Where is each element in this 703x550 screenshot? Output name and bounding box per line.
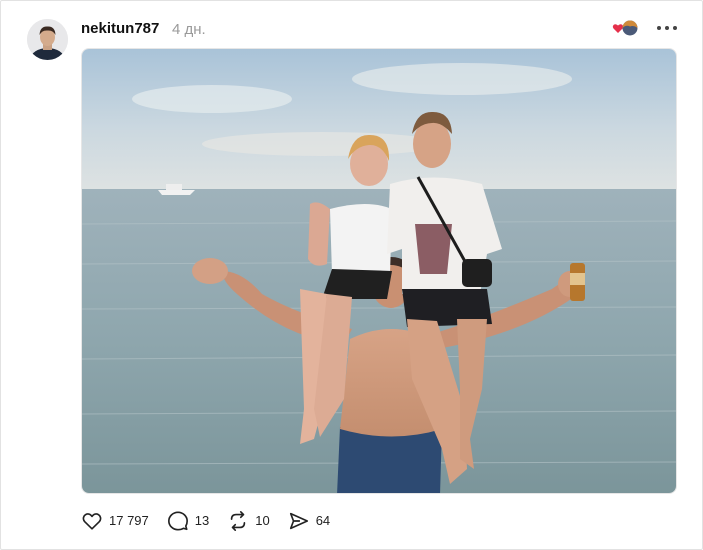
- repost-icon: [230, 511, 246, 531]
- share-button[interactable]: 64: [288, 509, 330, 533]
- post-card: nekitun787 4 дн. 17 797 13 10 64: [0, 0, 703, 550]
- author-username[interactable]: nekitun787: [81, 19, 159, 39]
- post-actions: 17 797 13 10 64: [81, 509, 348, 533]
- like-count: 17 797: [109, 513, 149, 528]
- post-timestamp: 4 дн.: [172, 21, 206, 38]
- post-photo[interactable]: [81, 48, 677, 494]
- repost-count: 10: [255, 513, 270, 528]
- more-options-icon[interactable]: [655, 19, 679, 37]
- send-icon: [289, 512, 308, 530]
- repost-button[interactable]: 10: [227, 509, 270, 533]
- comment-button[interactable]: 13: [167, 509, 209, 533]
- avatar-image: [27, 19, 68, 60]
- author-avatar[interactable]: [27, 19, 68, 60]
- heart-icon: [82, 513, 102, 530]
- comment-count: 13: [194, 513, 210, 528]
- comment-icon: [167, 511, 188, 531]
- share-count: 64: [315, 513, 331, 528]
- reaction-badge-icon[interactable]: [612, 19, 640, 37]
- like-button[interactable]: 17 797: [81, 509, 149, 533]
